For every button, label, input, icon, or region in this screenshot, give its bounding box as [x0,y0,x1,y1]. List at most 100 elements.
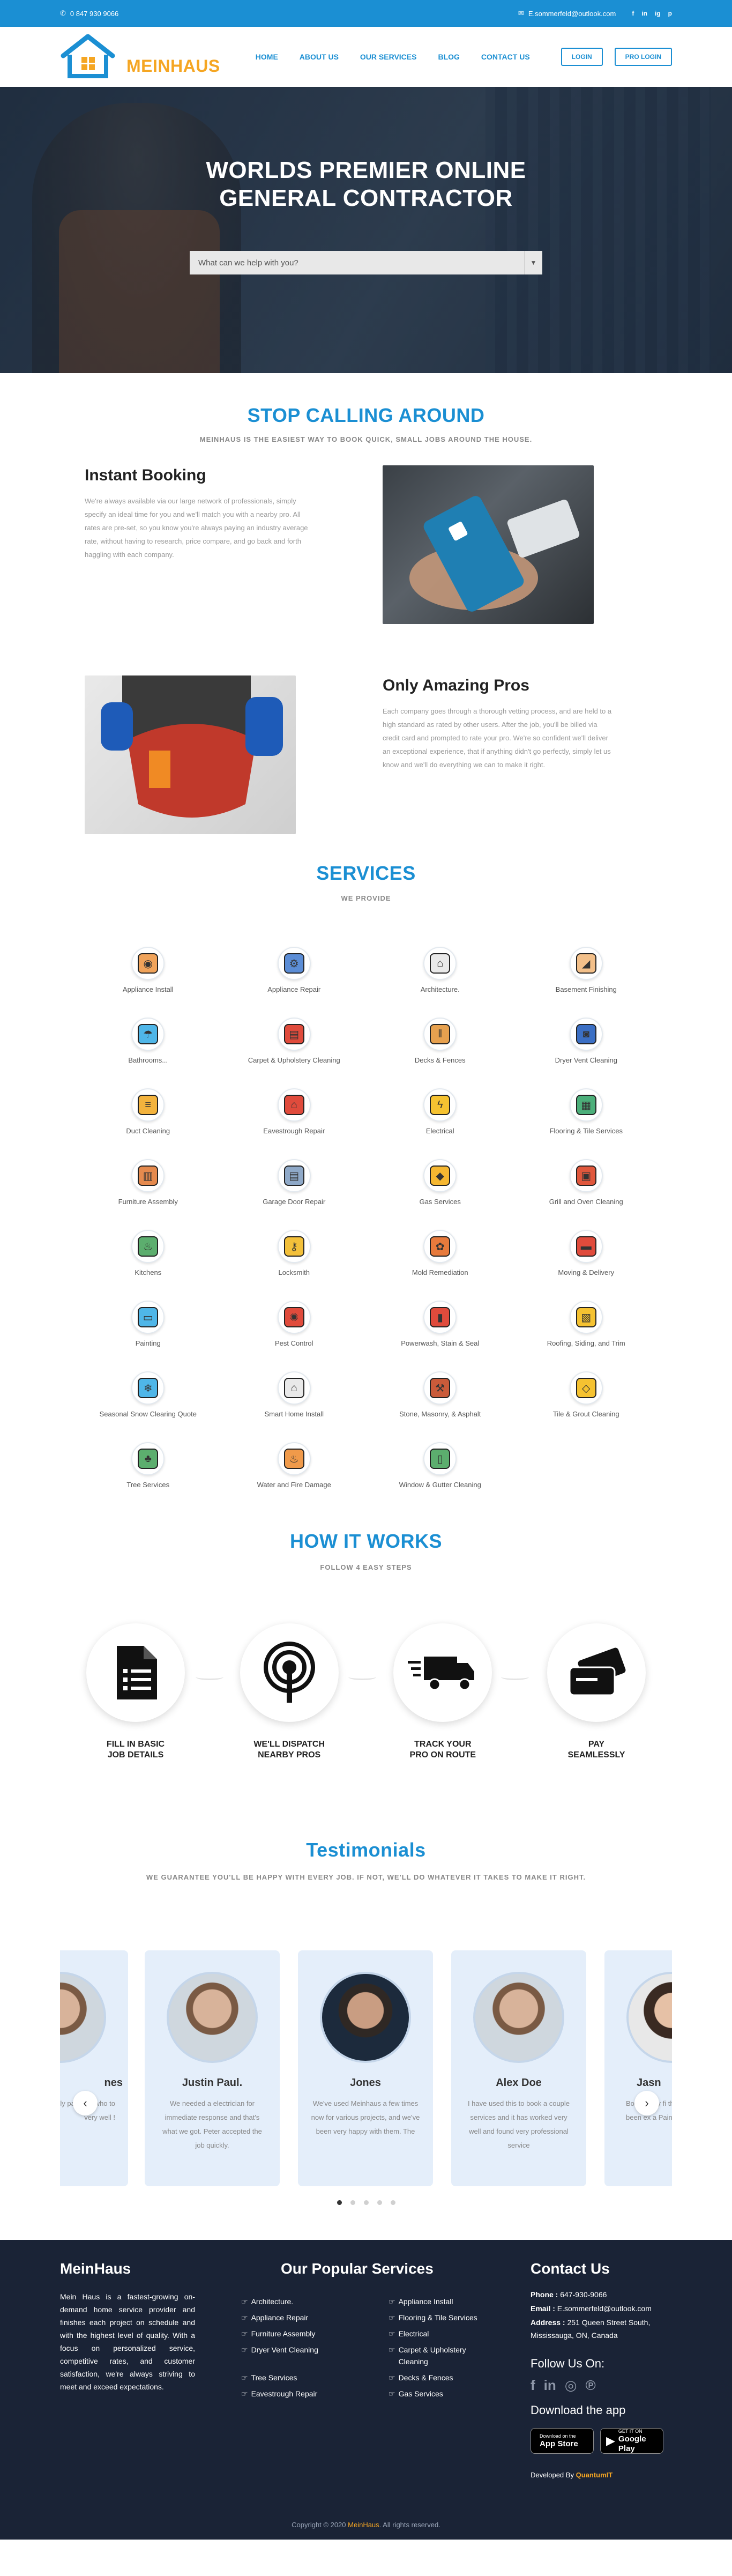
service-icon-circle: ‖ [423,1018,457,1051]
hero-service-select[interactable]: What can we help with you? ▼ [190,251,542,274]
copyright-prefix: Copyright © 2020 [292,2521,346,2529]
nav-blog[interactable]: BLOG [438,53,459,61]
service-item[interactable]: ⚒ Stone, Masonry, & Asphalt [367,1371,513,1425]
footer-email[interactable]: Email : E.sommerfeld@outlook.com [531,2302,681,2315]
service-item[interactable]: ♨ Water and Fire Damage [221,1442,368,1496]
appliance-repair-icon: ⚙ [283,953,304,974]
service-item[interactable]: ⌂ Smart Home Install [221,1371,368,1425]
linkedin-icon[interactable]: in [544,2377,556,2394]
service-item[interactable]: ✿ Mold Remediation [367,1230,513,1283]
hand-pointer-icon: ☞ [241,2345,248,2354]
footer-services-list: ☞ Architecture. ☞ Appliance Install ☞ Appli… [241,2293,522,2402]
smart-home-icon: ⌂ [283,1378,304,1398]
step-label: FILL IN BASIC JOB DETAILS [107,1739,165,1761]
tree-icon: ♣ [138,1449,159,1469]
app-store-button[interactable]: Download on the App Store [531,2428,594,2454]
service-item[interactable]: ▤ Carpet & Upholstery Cleaning [221,1018,368,1071]
service-icon-circle: ⚒ [423,1371,457,1405]
service-item[interactable]: ▤ Garage Door Repair [221,1159,368,1213]
footer-service-link[interactable]: ☞ Furniture Assembly [241,2326,389,2342]
footer-about: MeinHaus Mein Haus is a fastest-growing … [60,2260,195,2393]
footer-service-link[interactable]: ☞ Appliance Install [389,2293,522,2310]
footer-service-link[interactable]: ☞ Flooring & Tile Services [389,2310,522,2326]
garage-door-icon: ▤ [283,1165,304,1186]
service-item[interactable]: ▦ Flooring & Tile Services [513,1088,660,1142]
carousel-next-button[interactable]: › [634,2091,659,2115]
service-item[interactable]: ▧ Roofing, Siding, and Trim [513,1301,660,1354]
phone-icon: ✆ [60,9,66,17]
truck-icon: ▬ [576,1236,596,1257]
linkedin-icon[interactable]: in [641,10,647,17]
service-item[interactable]: ▯ Window & Gutter Cleaning [367,1442,513,1496]
facebook-icon[interactable]: f [632,10,634,17]
nav-contact-us[interactable]: CONTACT US [481,53,530,61]
service-label: Seasonal Snow Clearing Quote [99,1410,197,1418]
service-item[interactable]: ‖ Decks & Fences [367,1018,513,1071]
nav-about-us[interactable]: ABOUT US [300,53,339,61]
service-item[interactable]: ◙ Dryer Vent Cleaning [513,1018,660,1071]
copyright-brand[interactable]: MeinHaus [348,2521,379,2529]
service-item[interactable]: ⌂ Architecture. [367,947,513,1000]
topbar-email[interactable]: E.sommerfeld@outlook.com [528,10,616,18]
service-item[interactable]: ♣ Tree Services [75,1442,221,1496]
carousel-dot[interactable] [363,2200,369,2205]
service-item[interactable]: ⌂ Eavestrough Repair [221,1088,368,1142]
nav-our-services[interactable]: OUR SERVICES [360,53,417,61]
service-item[interactable]: ◉ Appliance Install [75,947,221,1000]
service-icon-circle: ▤ [277,1159,311,1192]
instagram-icon[interactable]: ig [655,10,661,17]
footer-service-link[interactable]: ☞ Eavestrough Repair [241,2386,389,2402]
service-item[interactable]: ◇ Tile & Grout Cleaning [513,1371,660,1425]
google-play-button[interactable]: ▶ GET IT ON Google Play [600,2428,663,2454]
service-item[interactable]: ◢ Basement Finishing [513,947,660,1000]
phone-card-illustration [409,496,580,612]
service-item[interactable]: ✺ Pest Control [221,1301,368,1354]
service-item[interactable]: ≡ Duct Cleaning [75,1088,221,1142]
testimonial-text: We needed a electrician for immediate re… [162,2099,262,2149]
dropdown-arrow-icon[interactable]: ▼ [524,251,542,274]
service-item[interactable]: ▭ Painting [75,1301,221,1354]
footer-phone[interactable]: Phone : 647-930-9066 [531,2288,681,2301]
service-icon-circle: ♨ [131,1230,165,1263]
login-button[interactable]: LOGIN [561,48,603,66]
service-item[interactable]: ϟ Electrical [367,1088,513,1142]
step-label: TRACK YOUR PRO ON ROUTE [410,1739,476,1761]
service-item[interactable]: ▥ Furniture Assembly [75,1159,221,1213]
pinterest-icon[interactable]: ℗ [585,2377,595,2394]
step-track: TRACK YOUR PRO ON ROUTE [392,1623,494,1761]
service-item[interactable]: ⚙ Appliance Repair [221,947,368,1000]
carousel-dot[interactable] [350,2200,355,2205]
facebook-icon[interactable]: f [531,2377,535,2394]
service-item[interactable]: ▮ Powerwash, Stain & Seal [367,1301,513,1354]
service-item[interactable]: ⚷ Locksmith [221,1230,368,1283]
footer-contact-title: Contact Us [531,2260,610,2277]
instagram-icon[interactable]: ◎ [565,2377,577,2394]
service-label: Painting [135,1339,161,1347]
footer-service-link[interactable]: ☞ Electrical [389,2326,522,2342]
footer-service-link[interactable]: ☞ Dryer Vent Cleaning [241,2342,389,2370]
service-item[interactable]: ▣ Grill and Oven Cleaning [513,1159,660,1213]
logo[interactable]: MEINHAUS [60,34,220,79]
footer-service-link[interactable]: ☞ Architecture. [241,2293,389,2310]
service-icon-circle: ✺ [277,1301,311,1334]
carousel-dot[interactable] [337,2200,342,2205]
pro-login-button[interactable]: PRO LOGIN [614,48,672,66]
topbar-phone[interactable]: ✆ 0 847 930 9066 [60,9,118,18]
service-item[interactable]: ◆ Gas Services [367,1159,513,1213]
roof-gutter-icon: ⌂ [283,1095,304,1115]
nav-home[interactable]: HOME [256,53,278,61]
footer-service-link[interactable]: ☞ Tree Services [241,2370,389,2386]
footer-service-link[interactable]: ☞ Carpet & Upholstery Cleaning [389,2342,522,2370]
footer-service-link[interactable]: ☞ Appliance Repair [241,2310,389,2326]
service-item[interactable]: ☂ Bathrooms... [75,1018,221,1071]
service-item[interactable]: ▬ Moving & Delivery [513,1230,660,1283]
service-item[interactable]: ♨ Kitchens [75,1230,221,1283]
developer-link[interactable]: QuantumIT [576,2471,613,2479]
carousel-dot[interactable] [390,2200,395,2205]
footer-service-link[interactable]: ☞ Decks & Fences [389,2370,522,2386]
pinterest-icon[interactable]: p [668,10,672,17]
footer-service-link[interactable]: ☞ Gas Services [389,2386,522,2402]
carousel-prev-button[interactable]: ‹ [73,2091,98,2115]
service-item[interactable]: ❄ Seasonal Snow Clearing Quote [75,1371,221,1425]
carousel-dot[interactable] [377,2200,382,2205]
